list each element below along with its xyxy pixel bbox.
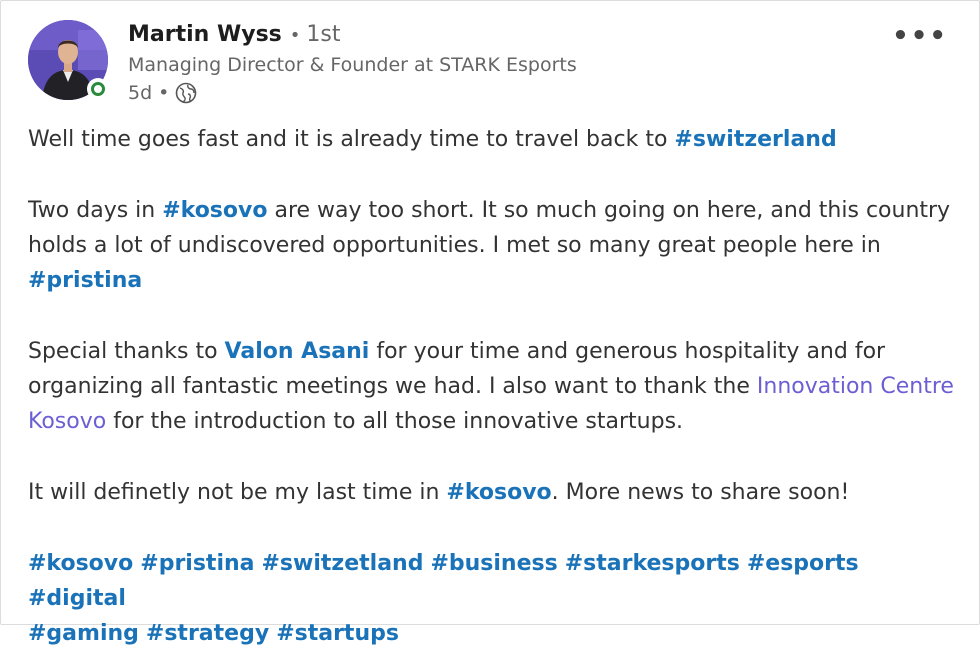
post-body: Well time goes fast and it is already ti…: [28, 122, 963, 651]
hashtag-link[interactable]: #kosovo: [28, 551, 133, 576]
post-text: Two days in: [28, 198, 163, 223]
hashtag-link[interactable]: #pristina: [28, 268, 142, 293]
post-paragraph: Special thanks to Valon Asani for your t…: [28, 334, 963, 439]
online-status-badge: [87, 78, 109, 100]
connection-degree: 1st: [306, 22, 341, 47]
post-header: Martin Wyss • 1st Managing Director & Foun…: [28, 20, 960, 110]
hashtag-link[interactable]: #starkesports: [565, 551, 740, 576]
author-line: Martin Wyss • 1st: [128, 20, 577, 51]
hashtag-link[interactable]: #switzerland: [674, 127, 836, 152]
post-paragraph: Two days in #kosovo are way too short. I…: [28, 193, 963, 298]
hashtag-list: #kosovo #pristina #switzetland #business…: [28, 546, 963, 651]
globe-icon: [176, 82, 197, 104]
post-text: Well time goes fast and it is already ti…: [28, 127, 675, 152]
time-separator: •: [158, 82, 170, 104]
post-text: for the introduction to all those innova…: [106, 409, 684, 434]
hashtag-link[interactable]: #pristina: [140, 551, 254, 576]
author-name[interactable]: Martin Wyss: [128, 22, 282, 47]
hashtag-link[interactable]: #switzetland: [262, 551, 424, 576]
name-separator: •: [289, 25, 301, 46]
author-meta: Martin Wyss • 1st Managing Director & Foun…: [128, 20, 577, 107]
more-options-icon[interactable]: •••: [892, 23, 948, 49]
hashtag-link[interactable]: #kosovo: [446, 480, 551, 505]
hashtag-link[interactable]: #kosovo: [162, 198, 267, 223]
hashtag-link[interactable]: #esports: [747, 551, 859, 576]
mention-link[interactable]: Valon Asani: [225, 339, 370, 364]
post-paragraph: Well time goes fast and it is already ti…: [28, 122, 963, 157]
author-headline: Managing Director & Founder at STARK Esp…: [128, 54, 577, 76]
hashtag-link[interactable]: #business: [430, 551, 557, 576]
post-text: . More news to share soon!: [551, 480, 850, 505]
post-paragraph: It will definetly not be my last time in…: [28, 475, 963, 510]
post-time-row: 5d •: [128, 79, 577, 107]
hashtag-link[interactable]: #digital: [28, 586, 126, 611]
post-time[interactable]: 5d: [128, 79, 152, 107]
status-dot-icon: [91, 82, 105, 96]
post-text: Special thanks to: [28, 339, 225, 364]
post-text: It will definetly not be my last time in: [28, 480, 447, 505]
